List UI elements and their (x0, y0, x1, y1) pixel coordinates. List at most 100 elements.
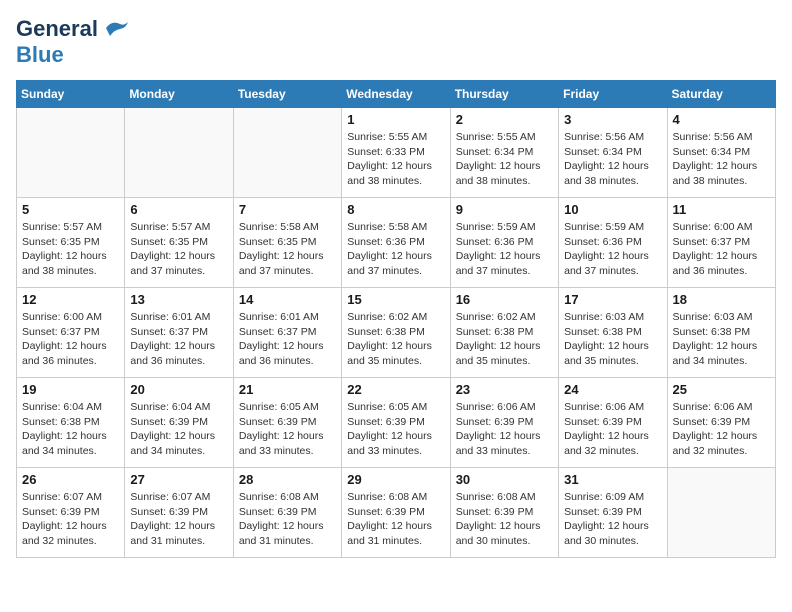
day-info: Sunrise: 6:06 AM Sunset: 6:39 PM Dayligh… (673, 400, 770, 459)
day-number: 20 (130, 382, 227, 397)
weekday-header-thursday: Thursday (450, 81, 558, 108)
day-info: Sunrise: 6:04 AM Sunset: 6:38 PM Dayligh… (22, 400, 119, 459)
page-header: General Blue (16, 16, 776, 68)
day-number: 28 (239, 472, 336, 487)
calendar-cell: 26 Sunrise: 6:07 AM Sunset: 6:39 PM Dayli… (17, 468, 125, 558)
day-number: 30 (456, 472, 553, 487)
weekday-header-wednesday: Wednesday (342, 81, 450, 108)
day-number: 29 (347, 472, 444, 487)
calendar-cell: 16 Sunrise: 6:02 AM Sunset: 6:38 PM Dayli… (450, 288, 558, 378)
calendar-cell: 25Sunrise: 6:06 AM Sunset: 6:39 PM Dayli… (667, 378, 775, 468)
day-info: Sunrise: 6:07 AM Sunset: 6:39 PM Dayligh… (22, 490, 119, 549)
day-number: 15 (347, 292, 444, 307)
calendar-cell: 1 Sunrise: 5:55 AM Sunset: 6:33 PM Daylig… (342, 108, 450, 198)
calendar-cell (17, 108, 125, 198)
day-info: Sunrise: 6:08 AM Sunset: 6:39 PM Dayligh… (456, 490, 553, 549)
day-info: Sunrise: 6:05 AM Sunset: 6:39 PM Dayligh… (347, 400, 444, 459)
day-number: 13 (130, 292, 227, 307)
calendar-cell: 15Sunrise: 6:02 AM Sunset: 6:38 PM Dayli… (342, 288, 450, 378)
day-number: 27 (130, 472, 227, 487)
day-number: 1 (347, 112, 444, 127)
day-info: Sunrise: 5:58 AM Sunset: 6:36 PM Dayligh… (347, 220, 444, 279)
day-number: 2 (456, 112, 553, 127)
day-number: 24 (564, 382, 661, 397)
calendar-cell: 9 Sunrise: 5:59 AM Sunset: 6:36 PM Daylig… (450, 198, 558, 288)
day-info: Sunrise: 6:08 AM Sunset: 6:39 PM Dayligh… (239, 490, 336, 549)
calendar-cell (667, 468, 775, 558)
calendar-cell: 23Sunrise: 6:06 AM Sunset: 6:39 PM Dayli… (450, 378, 558, 468)
day-info: Sunrise: 6:06 AM Sunset: 6:39 PM Dayligh… (564, 400, 661, 459)
calendar-week-row: 5 Sunrise: 5:57 AM Sunset: 6:35 PM Daylig… (17, 198, 776, 288)
day-info: Sunrise: 6:07 AM Sunset: 6:39 PM Dayligh… (130, 490, 227, 549)
day-info: Sunrise: 6:00 AM Sunset: 6:37 PM Dayligh… (673, 220, 770, 279)
day-info: Sunrise: 5:55 AM Sunset: 6:33 PM Dayligh… (347, 130, 444, 189)
day-info: Sunrise: 6:05 AM Sunset: 6:39 PM Dayligh… (239, 400, 336, 459)
calendar-cell: 11 Sunrise: 6:00 AM Sunset: 6:37 PM Dayli… (667, 198, 775, 288)
day-number: 9 (456, 202, 553, 217)
day-info: Sunrise: 5:57 AM Sunset: 6:35 PM Dayligh… (130, 220, 227, 279)
weekday-header-monday: Monday (125, 81, 233, 108)
day-number: 11 (673, 202, 770, 217)
day-info: Sunrise: 6:03 AM Sunset: 6:38 PM Dayligh… (673, 310, 770, 369)
calendar-cell: 30 Sunrise: 6:08 AM Sunset: 6:39 PM Dayli… (450, 468, 558, 558)
day-info: Sunrise: 6:00 AM Sunset: 6:37 PM Dayligh… (22, 310, 119, 369)
day-number: 26 (22, 472, 119, 487)
day-info: Sunrise: 6:03 AM Sunset: 6:38 PM Dayligh… (564, 310, 661, 369)
day-info: Sunrise: 5:56 AM Sunset: 6:34 PM Dayligh… (564, 130, 661, 189)
day-info: Sunrise: 5:59 AM Sunset: 6:36 PM Dayligh… (456, 220, 553, 279)
weekday-header-sunday: Sunday (17, 81, 125, 108)
calendar-week-row: 19Sunrise: 6:04 AM Sunset: 6:38 PM Dayli… (17, 378, 776, 468)
day-info: Sunrise: 6:06 AM Sunset: 6:39 PM Dayligh… (456, 400, 553, 459)
day-number: 21 (239, 382, 336, 397)
day-number: 7 (239, 202, 336, 217)
calendar-cell: 24 Sunrise: 6:06 AM Sunset: 6:39 PM Dayli… (559, 378, 667, 468)
calendar-cell: 31 Sunrise: 6:09 AM Sunset: 6:39 PM Dayli… (559, 468, 667, 558)
calendar-cell: 4 Sunrise: 5:56 AM Sunset: 6:34 PM Daylig… (667, 108, 775, 198)
calendar-cell: 27 Sunrise: 6:07 AM Sunset: 6:39 PM Dayli… (125, 468, 233, 558)
day-number: 4 (673, 112, 770, 127)
calendar-cell: 7Sunrise: 5:58 AM Sunset: 6:35 PM Daylig… (233, 198, 341, 288)
day-number: 5 (22, 202, 119, 217)
calendar-cell: 2Sunrise: 5:55 AM Sunset: 6:34 PM Daylig… (450, 108, 558, 198)
day-info: Sunrise: 5:59 AM Sunset: 6:36 PM Dayligh… (564, 220, 661, 279)
day-number: 18 (673, 292, 770, 307)
calendar-cell: 18 Sunrise: 6:03 AM Sunset: 6:38 PM Dayli… (667, 288, 775, 378)
day-number: 8 (347, 202, 444, 217)
day-info: Sunrise: 5:56 AM Sunset: 6:34 PM Dayligh… (673, 130, 770, 189)
day-number: 10 (564, 202, 661, 217)
weekday-header-tuesday: Tuesday (233, 81, 341, 108)
day-info: Sunrise: 6:04 AM Sunset: 6:39 PM Dayligh… (130, 400, 227, 459)
calendar-cell: 10 Sunrise: 5:59 AM Sunset: 6:36 PM Dayli… (559, 198, 667, 288)
day-number: 31 (564, 472, 661, 487)
calendar-cell (125, 108, 233, 198)
logo-blue-text: Blue (16, 42, 64, 67)
day-number: 14 (239, 292, 336, 307)
logo-bird-icon (102, 18, 130, 40)
weekday-header-friday: Friday (559, 81, 667, 108)
calendar-week-row: 26 Sunrise: 6:07 AM Sunset: 6:39 PM Dayli… (17, 468, 776, 558)
day-number: 16 (456, 292, 553, 307)
calendar-cell: 28 Sunrise: 6:08 AM Sunset: 6:39 PM Dayli… (233, 468, 341, 558)
calendar-cell: 13 Sunrise: 6:01 AM Sunset: 6:37 PM Dayli… (125, 288, 233, 378)
calendar-cell: 22Sunrise: 6:05 AM Sunset: 6:39 PM Dayli… (342, 378, 450, 468)
calendar-table: SundayMondayTuesdayWednesdayThursdayFrid… (16, 80, 776, 558)
day-number: 6 (130, 202, 227, 217)
calendar-week-row: 12 Sunrise: 6:00 AM Sunset: 6:37 PM Dayli… (17, 288, 776, 378)
calendar-cell: 14 Sunrise: 6:01 AM Sunset: 6:37 PM Dayli… (233, 288, 341, 378)
calendar-cell: 12 Sunrise: 6:00 AM Sunset: 6:37 PM Dayli… (17, 288, 125, 378)
day-info: Sunrise: 6:09 AM Sunset: 6:39 PM Dayligh… (564, 490, 661, 549)
day-number: 17 (564, 292, 661, 307)
calendar-cell: 3 Sunrise: 5:56 AM Sunset: 6:34 PM Daylig… (559, 108, 667, 198)
calendar-cell: 29Sunrise: 6:08 AM Sunset: 6:39 PM Dayli… (342, 468, 450, 558)
calendar-cell (233, 108, 341, 198)
logo-general-text: General (16, 16, 98, 42)
day-number: 3 (564, 112, 661, 127)
calendar-cell: 20 Sunrise: 6:04 AM Sunset: 6:39 PM Dayli… (125, 378, 233, 468)
day-info: Sunrise: 6:02 AM Sunset: 6:38 PM Dayligh… (456, 310, 553, 369)
day-number: 12 (22, 292, 119, 307)
day-info: Sunrise: 6:01 AM Sunset: 6:37 PM Dayligh… (239, 310, 336, 369)
calendar-cell: 17 Sunrise: 6:03 AM Sunset: 6:38 PM Dayli… (559, 288, 667, 378)
calendar-cell: 6 Sunrise: 5:57 AM Sunset: 6:35 PM Daylig… (125, 198, 233, 288)
day-info: Sunrise: 6:01 AM Sunset: 6:37 PM Dayligh… (130, 310, 227, 369)
weekday-header-row: SundayMondayTuesdayWednesdayThursdayFrid… (17, 81, 776, 108)
